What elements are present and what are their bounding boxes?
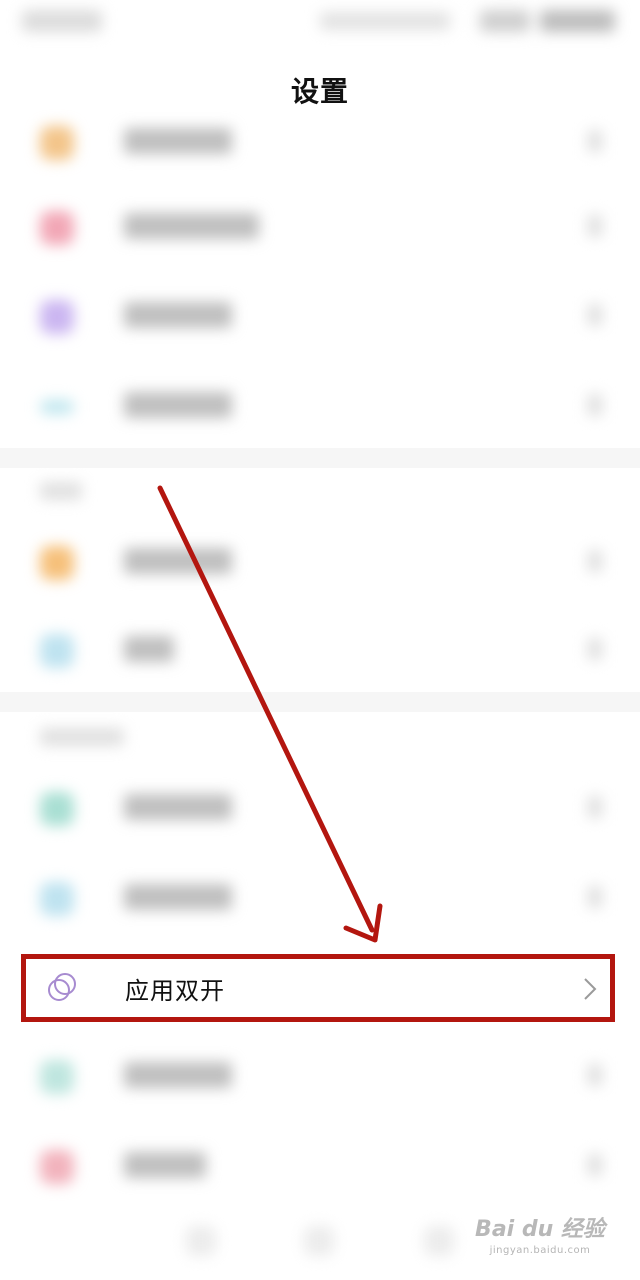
settings-row[interactable] bbox=[0, 1030, 640, 1120]
setting-icon bbox=[40, 400, 74, 414]
setting-icon bbox=[40, 634, 74, 668]
chevron-right-icon bbox=[588, 1154, 602, 1176]
setting-icon bbox=[40, 1060, 74, 1094]
settings-row[interactable] bbox=[0, 360, 640, 450]
setting-icon bbox=[40, 546, 74, 580]
home-icon[interactable] bbox=[304, 1226, 334, 1256]
battery-icon bbox=[540, 10, 615, 32]
section-header bbox=[40, 482, 82, 500]
status-time bbox=[22, 10, 102, 32]
settings-row[interactable] bbox=[0, 604, 640, 694]
section-header bbox=[40, 728, 124, 746]
chevron-right-icon bbox=[588, 886, 602, 908]
setting-label bbox=[124, 548, 232, 574]
network-speed bbox=[320, 12, 450, 30]
setting-label bbox=[124, 128, 232, 154]
setting-icon bbox=[40, 126, 74, 160]
settings-row[interactable] bbox=[0, 96, 640, 186]
settings-row-app-clone[interactable]: 应用双开 bbox=[0, 954, 640, 1022]
watermark-logo: Bai du 经验 bbox=[475, 1217, 605, 1242]
setting-label bbox=[124, 884, 232, 910]
settings-row[interactable] bbox=[0, 270, 640, 360]
chevron-right-icon bbox=[588, 796, 602, 818]
settings-row[interactable] bbox=[0, 762, 640, 852]
setting-label bbox=[124, 392, 232, 418]
chevron-right-icon bbox=[588, 130, 602, 152]
settings-row[interactable] bbox=[0, 1120, 640, 1210]
watermark: Bai du 经验 jingyan.baidu.com bbox=[474, 1211, 606, 1256]
setting-label bbox=[124, 302, 232, 328]
back-icon[interactable] bbox=[186, 1226, 216, 1256]
settings-row[interactable] bbox=[0, 181, 640, 271]
setting-icon bbox=[40, 792, 74, 826]
signal-icon bbox=[480, 10, 530, 32]
chevron-right-icon bbox=[584, 978, 597, 1000]
section-divider bbox=[0, 692, 640, 712]
watermark-url: jingyan.baidu.com bbox=[489, 1245, 591, 1256]
setting-icon bbox=[40, 211, 74, 245]
setting-label bbox=[124, 213, 259, 239]
chevron-right-icon bbox=[588, 550, 602, 572]
setting-label bbox=[124, 794, 232, 820]
setting-label bbox=[124, 636, 174, 662]
setting-label bbox=[124, 1062, 232, 1088]
setting-icon bbox=[40, 1150, 74, 1184]
setting-icon bbox=[40, 882, 74, 916]
setting-label bbox=[124, 1152, 206, 1178]
chevron-right-icon bbox=[588, 638, 602, 660]
setting-icon bbox=[40, 300, 74, 334]
settings-row[interactable] bbox=[0, 516, 640, 606]
recents-icon[interactable] bbox=[424, 1226, 454, 1256]
setting-label: 应用双开 bbox=[125, 977, 225, 1005]
section-divider bbox=[0, 448, 640, 468]
dual-circles-icon bbox=[48, 973, 76, 1001]
chevron-right-icon bbox=[588, 215, 602, 237]
chevron-right-icon bbox=[588, 394, 602, 416]
chevron-right-icon bbox=[588, 304, 602, 326]
chevron-right-icon bbox=[588, 1064, 602, 1086]
settings-row[interactable] bbox=[0, 852, 640, 942]
status-bar bbox=[0, 0, 640, 44]
